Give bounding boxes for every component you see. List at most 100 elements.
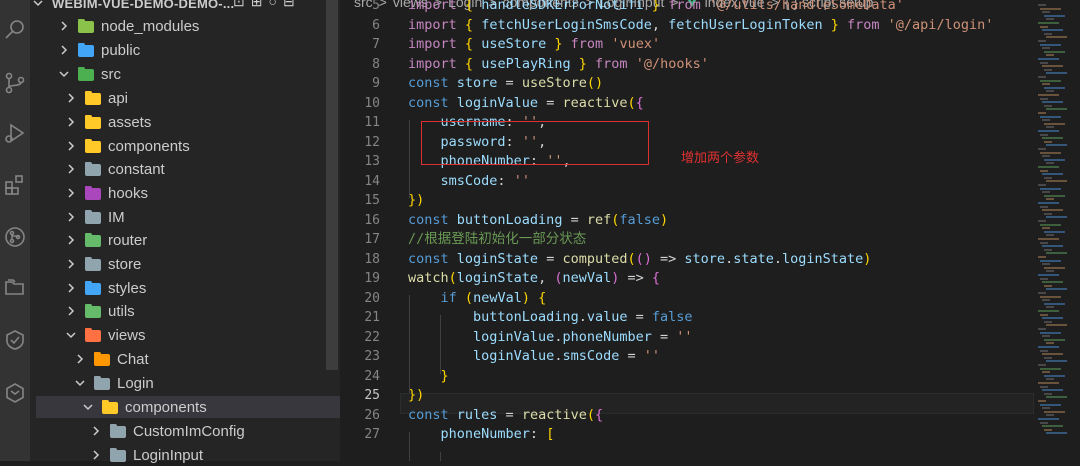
tree-item[interactable]: IM bbox=[30, 206, 326, 228]
chevron-right-icon[interactable] bbox=[56, 18, 72, 34]
chevron-right-icon[interactable] bbox=[56, 42, 72, 58]
chevron-right-icon[interactable] bbox=[63, 185, 79, 201]
tree-item[interactable]: store bbox=[30, 253, 326, 275]
minimap-line bbox=[1042, 263, 1050, 266]
workspace-name: WEBIM-VUE-DEMO-DEMO-... bbox=[52, 0, 235, 11]
minimap-line bbox=[1040, 151, 1061, 154]
code-line[interactable]: phoneNumber: [ bbox=[408, 425, 555, 445]
chevron-down-icon[interactable] bbox=[63, 327, 79, 343]
minimap-line bbox=[1042, 11, 1050, 14]
minimap-line bbox=[1044, 122, 1065, 125]
chevron-right-icon[interactable] bbox=[63, 161, 79, 177]
remote-explorer-icon[interactable] bbox=[0, 378, 30, 408]
line-number: 6 bbox=[372, 17, 380, 33]
minimap-line bbox=[1040, 115, 1061, 118]
tree-item[interactable]: components bbox=[36, 396, 340, 418]
tree-item[interactable]: Chat bbox=[30, 348, 326, 370]
tree-item[interactable]: hooks bbox=[30, 182, 326, 204]
tree-item[interactable]: router bbox=[30, 229, 326, 251]
folder-icon bbox=[110, 448, 126, 462]
minimap-line bbox=[1046, 18, 1054, 21]
minimap-line bbox=[1044, 32, 1052, 35]
new-file-icon[interactable]: ⊡ bbox=[233, 0, 245, 10]
chevron-right-icon[interactable] bbox=[88, 423, 104, 439]
code-line[interactable]: }) bbox=[408, 386, 424, 406]
chevron-down-icon[interactable] bbox=[56, 66, 72, 82]
code-line[interactable]: } bbox=[408, 367, 449, 387]
code-line[interactable]: smsCode: '' bbox=[408, 172, 530, 192]
minimap-line bbox=[1046, 90, 1054, 93]
code-line[interactable]: buttonLoading.value = false bbox=[408, 308, 692, 328]
chevron-down-icon[interactable] bbox=[72, 375, 88, 391]
tree-item[interactable]: api bbox=[30, 87, 326, 109]
tree-item[interactable]: styles bbox=[30, 277, 326, 299]
source-control-icon[interactable] bbox=[0, 68, 30, 98]
chevron-down-icon[interactable] bbox=[30, 0, 46, 11]
tree-item-label: assets bbox=[108, 113, 152, 131]
code-line[interactable]: import { fetchUserLoginSmsCode, fetchUse… bbox=[408, 16, 993, 36]
tree-item-label: views bbox=[108, 326, 146, 344]
sidebar-scrollbar[interactable] bbox=[326, 0, 338, 370]
tree-item[interactable]: LoginInput bbox=[30, 444, 326, 466]
tree-item[interactable]: views bbox=[30, 324, 326, 346]
chevron-right-icon[interactable] bbox=[63, 303, 79, 319]
code-line[interactable]: const store = useStore() bbox=[408, 74, 603, 94]
code-line[interactable]: loginValue.smsCode = '' bbox=[408, 347, 660, 367]
folders-icon[interactable] bbox=[0, 272, 30, 302]
git-graph-icon[interactable] bbox=[0, 222, 30, 252]
code-line[interactable]: const rules = reactive({ bbox=[408, 406, 603, 426]
chevron-right-icon[interactable] bbox=[63, 114, 79, 130]
minimap-line bbox=[1038, 418, 1059, 420]
code-line[interactable]: if (newVal) { bbox=[408, 289, 547, 309]
styles-folder-icon bbox=[85, 281, 101, 295]
tree-item[interactable]: public bbox=[30, 39, 326, 61]
minimap-line bbox=[1040, 205, 1048, 208]
code-line[interactable]: watch(loginState, (newVal) => { bbox=[408, 269, 660, 289]
tree-item[interactable]: utils bbox=[30, 300, 326, 322]
folder-icon bbox=[94, 376, 110, 390]
chevron-right-icon[interactable] bbox=[63, 90, 79, 106]
minimap-line bbox=[1042, 425, 1063, 428]
search-icon[interactable] bbox=[0, 14, 30, 44]
code-line[interactable]: }) bbox=[408, 191, 424, 211]
code-line[interactable]: import { usePlayRing } from '@/hooks' bbox=[408, 55, 709, 75]
tree-item[interactable]: CustomImConfig bbox=[30, 420, 326, 442]
public-folder-icon bbox=[78, 43, 94, 57]
chevron-down-icon[interactable] bbox=[80, 399, 96, 415]
tree-item[interactable]: Login bbox=[30, 372, 326, 394]
minimap[interactable] bbox=[1034, 0, 1080, 461]
code-line[interactable]: loginValue.phoneNumber = '' bbox=[408, 328, 692, 348]
tree-item[interactable]: constant bbox=[30, 158, 326, 180]
code-line[interactable]: import { handleSDKErrorNotifi } from '@/… bbox=[408, 0, 904, 16]
folder-icon bbox=[85, 210, 101, 224]
tree-item[interactable]: node_modules bbox=[30, 15, 326, 37]
tree-item[interactable]: components bbox=[30, 135, 326, 157]
tree-item[interactable]: src bbox=[30, 63, 326, 85]
chevron-right-icon[interactable] bbox=[63, 138, 79, 154]
minimap-line bbox=[1046, 432, 1067, 435]
live-share-icon[interactable] bbox=[0, 325, 30, 355]
tree-item[interactable]: assets bbox=[30, 111, 326, 133]
code-line[interactable]: const loginValue = reactive({ bbox=[408, 94, 644, 114]
minimap-line bbox=[1044, 230, 1065, 233]
minimap-line bbox=[1046, 36, 1067, 39]
annotation-text: 增加两个参数 bbox=[681, 150, 760, 165]
refresh-icon[interactable]: ○ bbox=[268, 0, 276, 10]
code-line[interactable]: const loginState = computed(() => store.… bbox=[408, 250, 871, 270]
extensions-icon[interactable] bbox=[0, 170, 30, 200]
code-line[interactable]: //根据登陆初始化一部分状态 bbox=[408, 230, 586, 250]
minimap-line bbox=[1040, 277, 1048, 280]
collapse-all-icon[interactable]: ⊟ bbox=[283, 0, 295, 10]
minimap-line bbox=[1044, 302, 1065, 305]
chevron-right-icon[interactable] bbox=[72, 351, 88, 367]
code-line[interactable]: import { useStore } from 'vuex' bbox=[408, 35, 660, 55]
chevron-right-icon[interactable] bbox=[63, 280, 79, 296]
minimap-line bbox=[1040, 43, 1061, 46]
run-debug-icon[interactable] bbox=[0, 118, 30, 148]
new-folder-icon[interactable]: ⊞ bbox=[251, 0, 263, 10]
code-line[interactable]: const buttonLoading = ref(false) bbox=[408, 211, 668, 231]
chevron-right-icon[interactable] bbox=[63, 256, 79, 272]
router-folder-icon bbox=[85, 233, 101, 247]
chevron-right-icon[interactable] bbox=[63, 232, 79, 248]
chevron-right-icon[interactable] bbox=[63, 209, 79, 225]
